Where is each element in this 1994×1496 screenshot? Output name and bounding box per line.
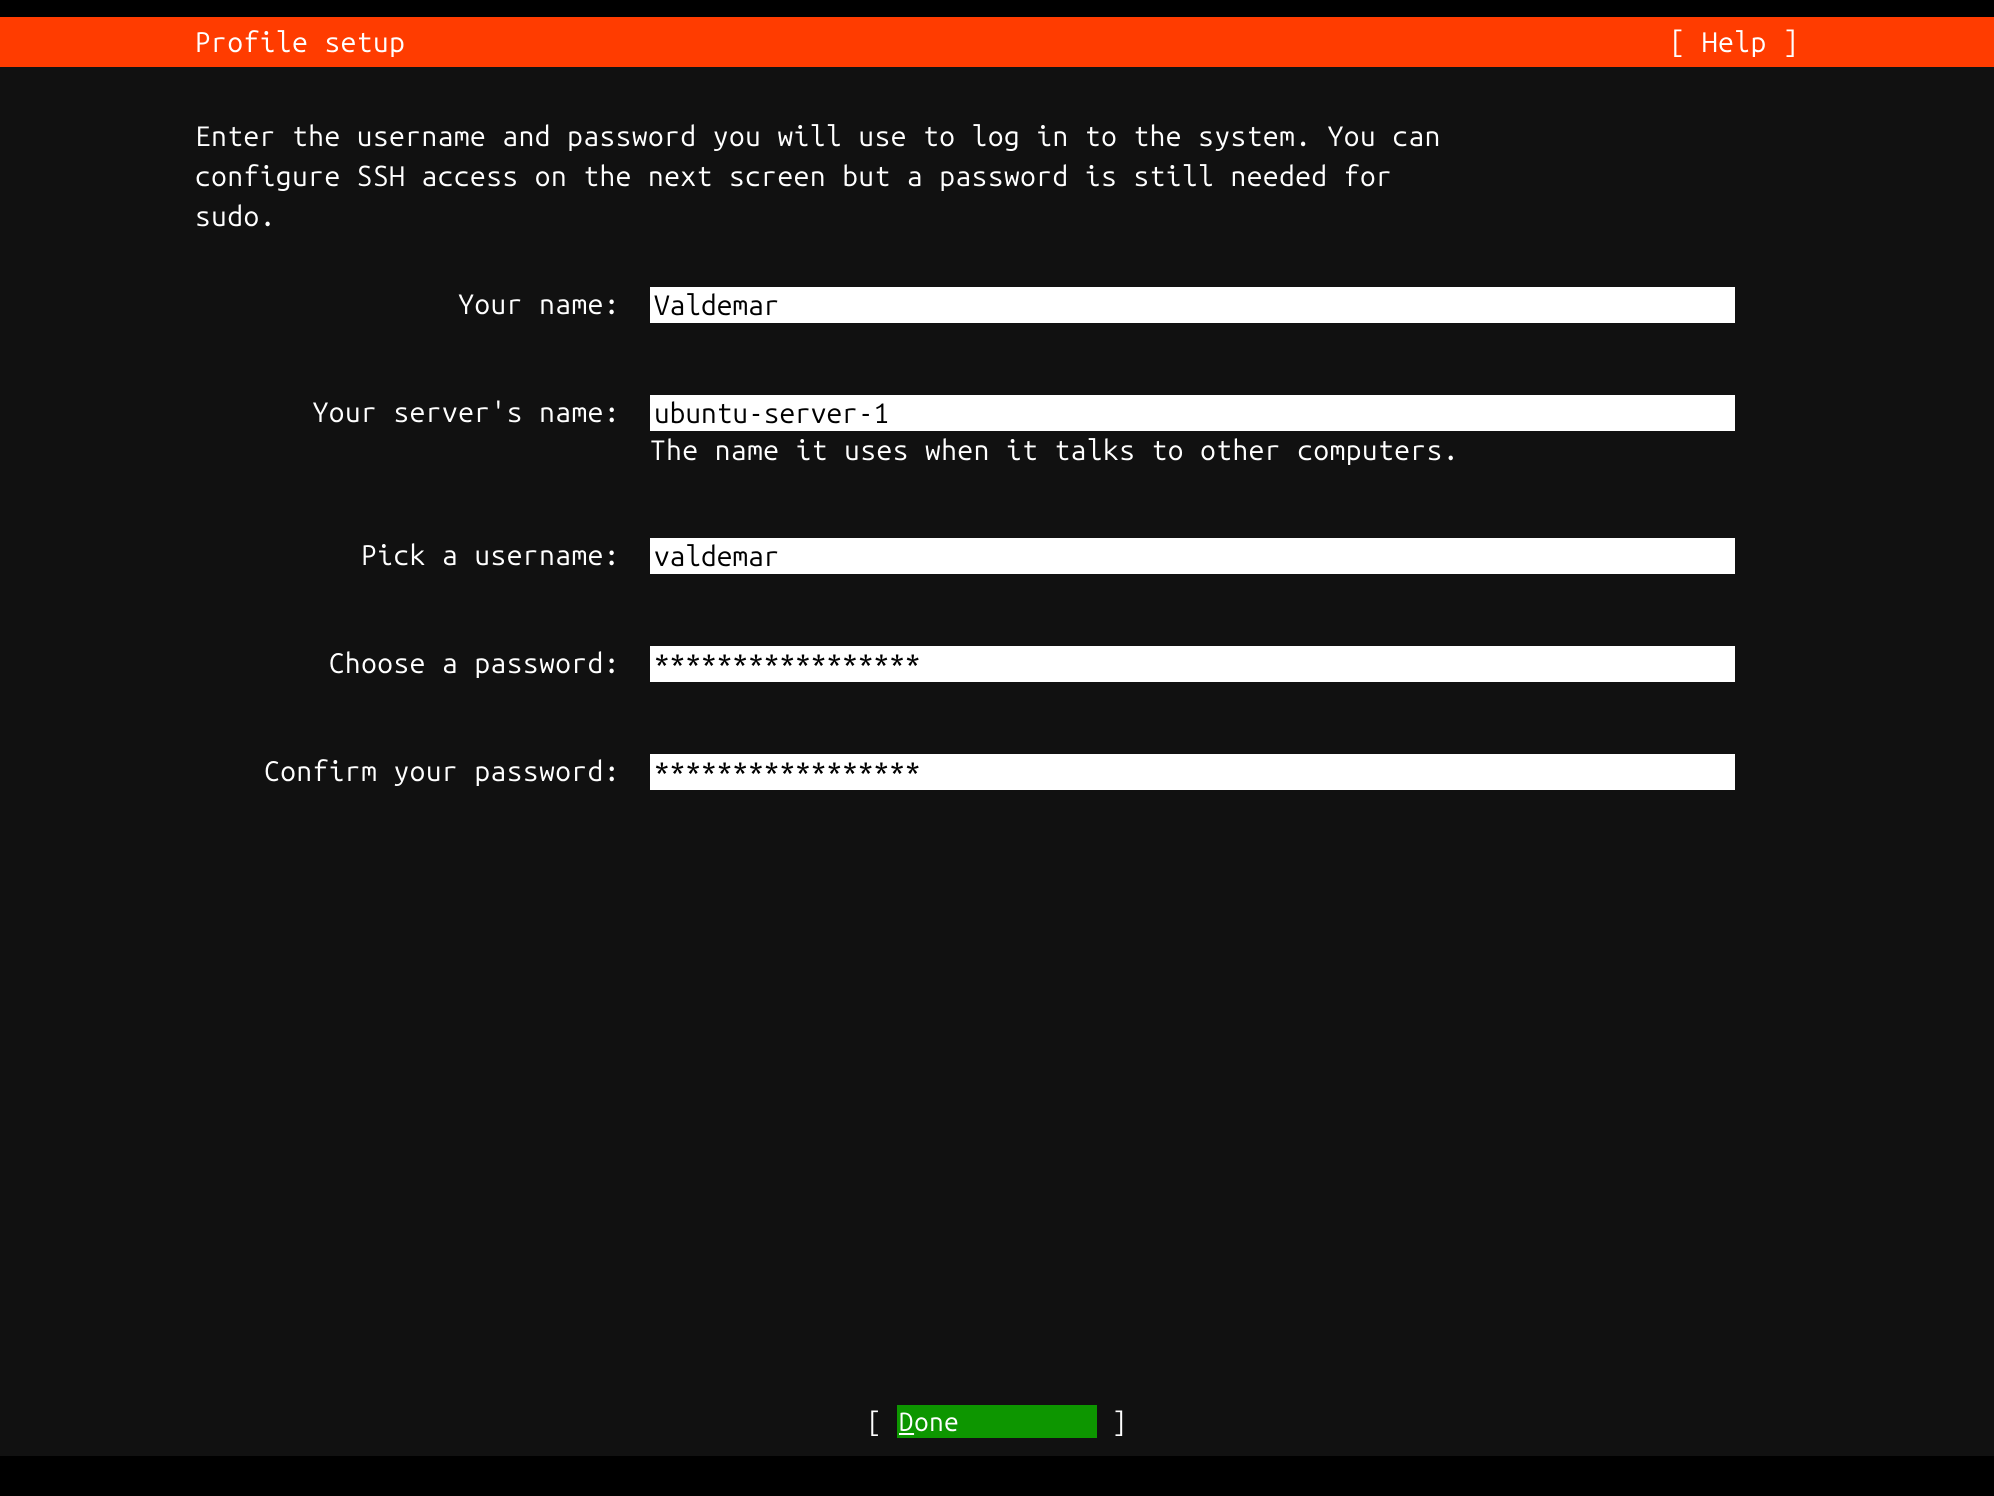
label-your-name: Your name: — [195, 287, 650, 320]
instruction-text: Enter the username and password you will… — [195, 117, 1799, 237]
page-title: Profile setup — [195, 27, 405, 58]
row-password: Choose a password: — [195, 646, 1799, 682]
label-confirm-password: Confirm your password: — [195, 754, 650, 787]
label-password: Choose a password: — [195, 646, 650, 679]
input-server-name[interactable] — [650, 395, 1735, 431]
label-server-name: Your server's name: — [195, 395, 650, 428]
row-username: Pick a username: — [195, 538, 1799, 574]
row-server-name: Your server's name: The name it uses whe… — [195, 395, 1799, 466]
input-confirm-password[interactable] — [650, 754, 1735, 790]
done-button-accelerator: D — [899, 1407, 914, 1436]
help-button[interactable]: [ Help ] — [1670, 27, 1799, 58]
row-your-name: Your name: — [195, 287, 1799, 323]
input-your-name[interactable] — [650, 287, 1735, 323]
input-username[interactable] — [650, 538, 1735, 574]
label-username: Pick a username: — [195, 538, 650, 571]
done-button[interactable]: [ Done ] — [867, 1405, 1127, 1438]
row-confirm-password: Confirm your password: — [195, 754, 1799, 790]
footer: [ Done ] — [0, 1405, 1994, 1438]
input-password[interactable] — [650, 646, 1735, 682]
done-button-label-rest: one — [914, 1407, 959, 1436]
header-bar: Profile setup [ Help ] — [0, 17, 1994, 67]
hint-server-name: The name it uses when it talks to other … — [650, 435, 1735, 466]
